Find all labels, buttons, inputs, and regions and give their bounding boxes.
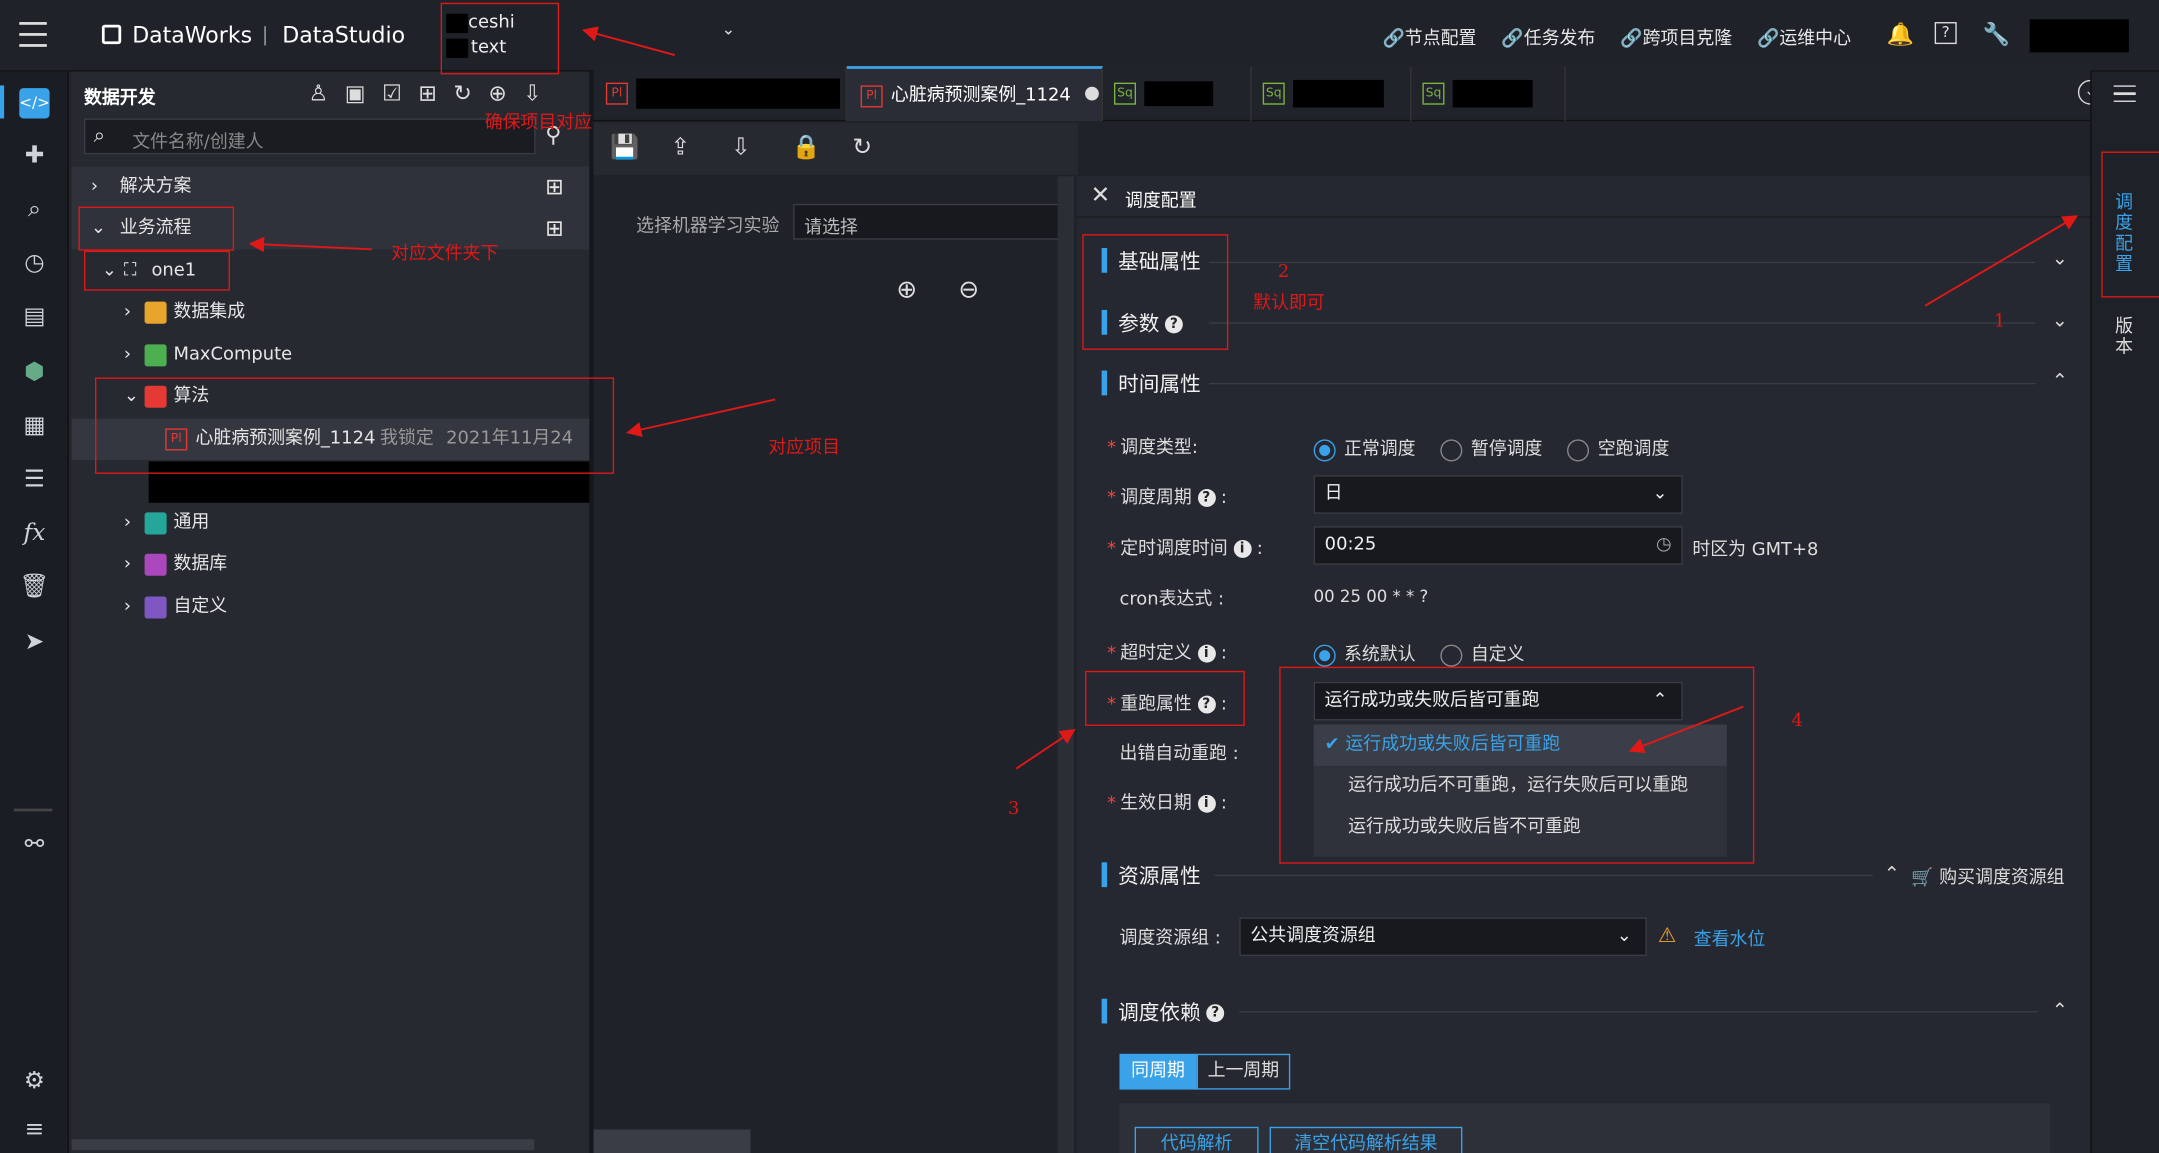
annotation-arrows (248, 26, 2079, 770)
arrow (1628, 705, 1744, 754)
arrow (248, 236, 372, 253)
arrow (581, 26, 675, 57)
arrow (1924, 215, 2079, 307)
arrow (626, 398, 776, 438)
arrow (1015, 729, 1076, 770)
